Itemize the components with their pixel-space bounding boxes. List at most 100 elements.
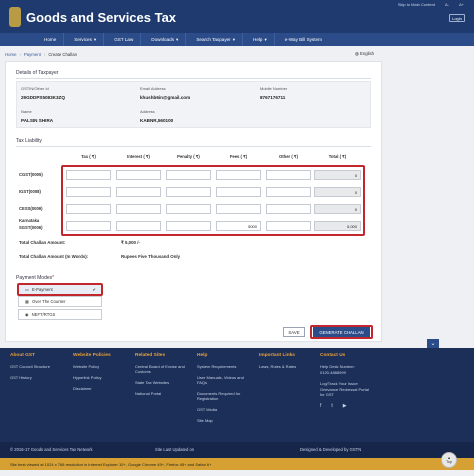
- sgst-total-field: 5,000: [314, 221, 361, 231]
- footer-link[interactable]: Disclaimer: [73, 386, 128, 391]
- total-words-value: Rupees Five Thousand Only: [121, 254, 181, 259]
- email-value: khushb6in@gmail.com: [140, 95, 191, 100]
- total-amount-value: ₹ 5,000 /-: [121, 240, 140, 245]
- footer-link[interactable]: Website Policy: [73, 364, 128, 369]
- epayment-highlight: [17, 283, 103, 296]
- cess-fees-input[interactable]: [216, 204, 261, 214]
- igst-other-input[interactable]: [266, 187, 311, 197]
- column-other: Other ( ₹): [279, 154, 298, 159]
- main-nav: Home Services ▾ GST Law Downloads ▾ Search…: [0, 33, 474, 46]
- cess-interest-input[interactable]: [116, 204, 161, 214]
- browser-notice-text: Site best viewed at 1024 x 768 resolutio…: [10, 461, 212, 467]
- payment-mode-label: NEFT/RTGS: [31, 312, 56, 317]
- generate-challan-button[interactable]: GENERATE CHALLAN: [313, 327, 370, 337]
- grievance-link[interactable]: Grievance Redressal Portal for GST: [320, 387, 372, 397]
- skip-to-main-link[interactable]: Skip to Main Content: [398, 2, 435, 7]
- row-label-state: Karnataka: [19, 218, 40, 223]
- chevron-down-icon: ▾: [93, 36, 97, 42]
- cess-tax-input[interactable]: [66, 204, 111, 214]
- cgst-penalty-input[interactable]: [166, 170, 211, 180]
- footer-link[interactable]: Laws, Rules & Rates: [259, 364, 311, 369]
- nav-item-help[interactable]: Help ▾: [246, 33, 275, 46]
- row-label-igst: IGST(0008): [19, 189, 41, 194]
- column-total: Total ( ₹): [328, 154, 347, 159]
- sgst-tax-input[interactable]: [66, 221, 111, 231]
- cgst-total-field: 0: [314, 170, 361, 180]
- divider: [16, 78, 371, 79]
- footer-link[interactable]: State Tax Websites: [135, 380, 189, 385]
- sgst-fees-input[interactable]: 5000: [216, 221, 261, 231]
- save-button[interactable]: SAVE: [283, 327, 305, 337]
- cess-penalty-input[interactable]: [166, 204, 211, 214]
- footer-link[interactable]: National Portal: [135, 391, 189, 396]
- igst-tax-input[interactable]: [66, 187, 111, 197]
- breadcrumb: Home › Payment › Create Challan: [5, 49, 382, 59]
- igst-interest-input[interactable]: [116, 187, 161, 197]
- divider: [16, 146, 371, 147]
- font-increase-button[interactable]: A+: [459, 2, 464, 7]
- nav-item-search-taxpayer[interactable]: Search Taxpayer ▾: [189, 33, 244, 46]
- taxpayer-details-heading: Details of Taxpayer: [16, 70, 59, 76]
- cgst-interest-input[interactable]: [116, 170, 161, 180]
- column-fees: Fees ( ₹): [229, 154, 248, 159]
- mobile-value: 8767176711: [260, 95, 286, 100]
- row-label-cess: CESS(0009): [19, 206, 43, 211]
- twitter-icon[interactable]: t: [331, 403, 332, 409]
- save-button-label: SAVE: [288, 329, 300, 335]
- font-decrease-button[interactable]: A-: [445, 2, 449, 7]
- total-words-label: Total Challan Amount (In Words):: [19, 254, 89, 259]
- taxpayer-details-box: GSTIN/Other Id 29GDDPS5083K3ZQ Email Add…: [16, 81, 371, 128]
- chevron-down-icon: ▾: [264, 36, 267, 42]
- footer-link[interactable]: Documents Required for Registration: [197, 391, 252, 401]
- cgst-other-input[interactable]: [266, 170, 311, 180]
- language-selector[interactable]: ◍ English: [355, 51, 374, 57]
- back-to-top-button[interactable]: ▲ Top: [441, 452, 457, 468]
- chevron-down-icon: ▾: [232, 36, 236, 42]
- nav-item-home[interactable]: Home: [37, 33, 65, 46]
- payment-modes-heading: Payment Modes*: [16, 275, 55, 281]
- footer-link[interactable]: User Manuals, Videos and FAQs: [197, 375, 252, 385]
- name-value: PALSIN SHIRA: [21, 118, 54, 123]
- footer-heading: About GST: [10, 353, 36, 358]
- igst-fees-input[interactable]: [216, 187, 261, 197]
- footer-link[interactable]: GST History: [10, 375, 65, 380]
- cgst-tax-input[interactable]: [66, 170, 111, 180]
- breadcrumb-payment[interactable]: Payment: [24, 52, 41, 57]
- footer-link[interactable]: Hyperlink Policy: [73, 375, 128, 380]
- nav-item-services[interactable]: Services ▾: [67, 33, 105, 46]
- row-label-cgst: CGST(0005): [19, 172, 43, 177]
- breadcrumb-home[interactable]: Home: [5, 52, 16, 57]
- login-button[interactable]: Login: [449, 14, 465, 22]
- sgst-other-input[interactable]: [266, 221, 311, 231]
- column-tax: Tax ( ₹): [81, 154, 96, 159]
- gstin-label: GSTIN/Other Id: [21, 86, 49, 91]
- footer-text: Help Desk Number:: [320, 364, 355, 369]
- igst-penalty-input[interactable]: [166, 187, 211, 197]
- bank-icon: ◉: [25, 312, 29, 317]
- sgst-interest-input[interactable]: [116, 221, 161, 231]
- footer-link[interactable]: GST Council Structure: [10, 364, 65, 369]
- sgst-penalty-input[interactable]: [166, 221, 211, 231]
- create-challan-panel: Details of Taxpayer GSTIN/Other Id 29GDD…: [5, 61, 382, 342]
- payment-mode-neft[interactable]: ◉ NEFT/RTGS: [18, 309, 102, 320]
- footer-link[interactable]: System Requirements: [197, 364, 252, 369]
- facebook-icon[interactable]: f: [320, 403, 321, 409]
- developer-credit: Designed & Developed by GSTN: [300, 447, 362, 452]
- cgst-fees-input[interactable]: [216, 170, 261, 180]
- footer-link[interactable]: GST Media: [197, 407, 252, 412]
- footer-link[interactable]: Central Board of Excise and Customs: [135, 364, 189, 374]
- column-interest: Interest ( ₹): [127, 154, 150, 159]
- breadcrumb-separator: ›: [19, 51, 21, 57]
- breadcrumb-current: Create Challan: [48, 51, 77, 57]
- footer-heading: Website Policies: [73, 353, 111, 358]
- nav-item-downloads[interactable]: Downloads ▾: [144, 33, 187, 46]
- footer-heading: Important Links: [259, 353, 295, 358]
- footer-link[interactable]: Site Map: [197, 418, 252, 423]
- youtube-icon[interactable]: ▶: [343, 403, 347, 409]
- footer-column-important: Important Links Laws, Rules & Rates: [259, 353, 311, 375]
- nav-item-gst-law[interactable]: GST Law: [107, 33, 142, 46]
- payment-mode-counter[interactable]: ▦ Over The Counter: [18, 296, 102, 307]
- collapse-footer-button[interactable]: ⌄: [427, 339, 439, 348]
- cess-other-input[interactable]: [266, 204, 311, 214]
- nav-item-eway-bill[interactable]: e-Way Bill System: [278, 33, 329, 46]
